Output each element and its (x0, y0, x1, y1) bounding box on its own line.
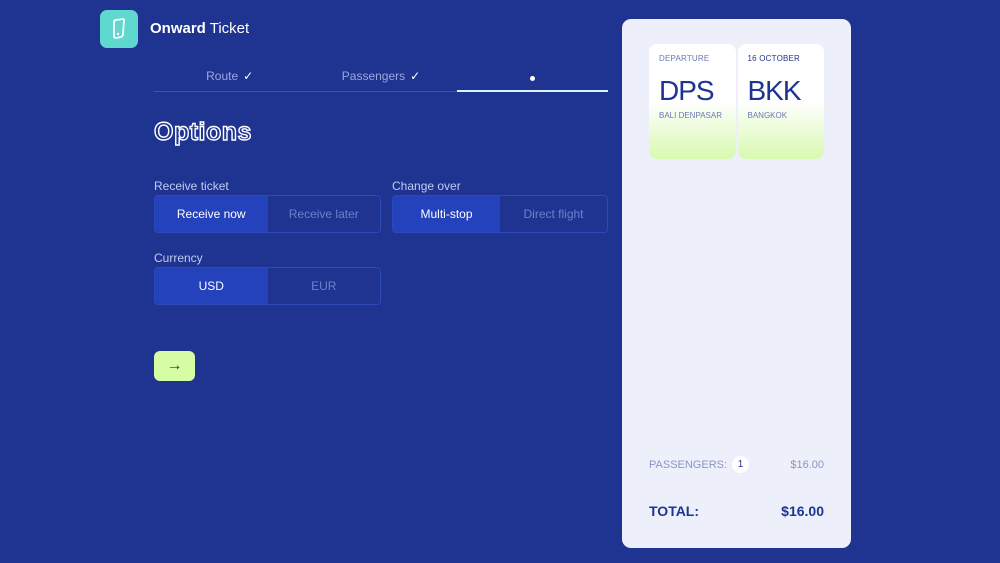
step-options[interactable] (456, 66, 608, 92)
usd-option[interactable]: USD (155, 268, 268, 304)
from-code: DPS (659, 75, 715, 106)
ticket-departure: DEPARTURE DPS BALI DENPASAR (649, 44, 736, 159)
total-price: $16.00 (781, 503, 824, 519)
check-icon: ✓ (243, 69, 254, 83)
multi-stop-option[interactable]: Multi-stop (393, 196, 500, 232)
next-button[interactable]: → (154, 351, 195, 381)
flight-ticket: DEPARTURE DPS BALI DENPASAR 16 OCTOBER B… (649, 44, 824, 159)
receive-now-option[interactable]: Receive now (155, 196, 268, 232)
passengers-count-badge: 1 (732, 456, 750, 473)
from-city: BALI DENPASAR (659, 111, 722, 120)
change-over-toggle: Multi-stop Direct flight (392, 195, 608, 233)
step-route-label: Route (206, 69, 239, 83)
arrow-right-icon: → (166, 357, 183, 374)
step-passengers[interactable]: Passengers ✓ (305, 66, 457, 92)
total-row: TOTAL: $16.00 (649, 503, 824, 519)
page-title: Options (153, 117, 252, 146)
passengers-price: $16.00 (790, 458, 824, 471)
phone-icon (113, 18, 125, 39)
step-passengers-label: Passengers (341, 69, 406, 83)
departure-label: DEPARTURE (659, 54, 710, 63)
brand-rest: Ticket (205, 20, 250, 37)
step-progress: Route ✓ Passengers ✓ (154, 66, 608, 92)
to-city: BANGKOK (747, 111, 788, 120)
eur-option[interactable]: EUR (267, 268, 380, 304)
passengers-label: PASSENGERS: (649, 458, 728, 471)
change-over-label: Change over (392, 179, 461, 193)
ticket-arrival: 16 OCTOBER BKK BANGKOK (737, 44, 824, 159)
current-step-dot-icon (529, 76, 535, 81)
passengers-row: PASSENGERS: 1 $16.00 (649, 456, 824, 473)
direct-flight-option[interactable]: Direct flight (500, 196, 607, 232)
currency-label: Currency (154, 251, 203, 265)
flight-date: 16 OCTOBER (747, 54, 801, 63)
receive-ticket-label: Receive ticket (154, 179, 229, 193)
brand-bold: Onward (150, 20, 206, 37)
step-route[interactable]: Route ✓ (154, 66, 306, 92)
currency-toggle: USD EUR (154, 267, 381, 305)
check-icon: ✓ (410, 69, 421, 83)
receive-later-option[interactable]: Receive later (267, 196, 380, 232)
summary-panel: DEPARTURE DPS BALI DENPASAR 16 OCTOBER B… (622, 19, 851, 548)
brand-name: Onward Ticket (150, 20, 249, 37)
receive-ticket-toggle: Receive now Receive later (154, 195, 381, 233)
to-code: BKK (747, 75, 802, 106)
total-label: TOTAL: (649, 503, 700, 519)
logo[interactable] (100, 10, 138, 48)
